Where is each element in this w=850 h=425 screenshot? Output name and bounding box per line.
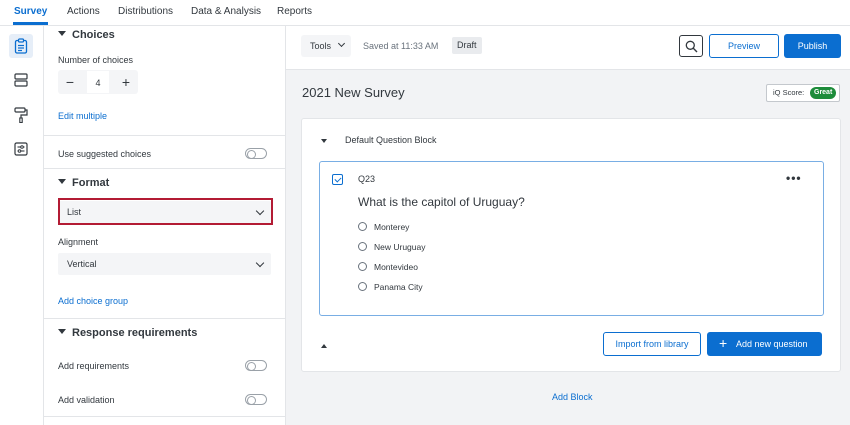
add-validation-label: Add validation — [58, 395, 115, 405]
add-validation-toggle[interactable] — [245, 394, 267, 405]
add-requirements-toggle[interactable] — [245, 360, 267, 371]
add-requirements-label: Add requirements — [58, 361, 130, 371]
highlight-box — [58, 198, 273, 225]
add-block-link[interactable]: Add Block — [552, 392, 593, 402]
question-id[interactable]: Q23 — [358, 174, 375, 184]
survey-canvas: Tools Saved at 11:33 AM Draft Preview Pu… — [286, 26, 850, 425]
import-from-library-button[interactable]: Import from library — [603, 332, 701, 356]
tab-distributions[interactable]: Distributions — [118, 6, 173, 17]
survey-options-icon[interactable] — [9, 137, 33, 161]
question-text[interactable]: What is the capitol of Uruguay? — [358, 195, 525, 209]
chevron-down-icon — [337, 39, 346, 48]
choices-stepper: − 4 + — [58, 70, 138, 94]
iq-score-value: Great — [810, 87, 837, 99]
divider — [44, 135, 285, 136]
choice-item[interactable]: New Uruguay — [358, 242, 426, 252]
decrement-button[interactable]: − — [58, 70, 82, 94]
chevron-up-icon[interactable] — [321, 344, 327, 348]
choices-count[interactable]: 4 — [86, 70, 110, 94]
choice-label: Monterey — [374, 222, 410, 232]
number-of-choices-label: Number of choices — [58, 55, 134, 65]
saved-status: Saved at 11:33 AM — [363, 41, 439, 51]
alignment-value: Vertical — [67, 259, 97, 269]
question-select-checkbox[interactable] — [332, 174, 343, 185]
tools-label: Tools — [310, 41, 332, 51]
tab-survey[interactable]: Survey — [14, 6, 47, 17]
survey-toolbar: Tools Saved at 11:33 AM Draft Preview Pu… — [286, 26, 850, 70]
increment-button[interactable]: + — [114, 70, 138, 94]
choices-heading: Choices — [72, 29, 115, 41]
add-new-question-label: Add new question — [736, 339, 808, 349]
response-requirements-header[interactable]: Response requirements — [58, 327, 197, 339]
tab-actions[interactable]: Actions — [67, 6, 100, 17]
choice-item[interactable]: Monterey — [358, 222, 409, 232]
plus-icon: + — [719, 335, 728, 351]
edit-multiple-link[interactable]: Edit multiple — [58, 111, 107, 121]
radio-icon — [358, 222, 367, 231]
choice-label: New Uruguay — [374, 242, 426, 252]
add-choice-group-link[interactable]: Add choice group — [58, 296, 128, 306]
divider — [44, 168, 285, 169]
survey-clipboard-icon[interactable] — [9, 34, 33, 58]
format-section-header[interactable]: Format — [58, 177, 109, 189]
blocks-icon[interactable] — [9, 68, 33, 92]
collapse-caret-icon — [58, 179, 66, 184]
paint-roller-icon[interactable] — [9, 103, 33, 127]
collapse-block-icon[interactable] — [321, 139, 327, 143]
survey-title[interactable]: 2021 New Survey — [302, 85, 405, 100]
choice-label: Montevideo — [374, 262, 418, 272]
tools-dropdown[interactable]: Tools — [301, 35, 351, 57]
format-heading: Format — [72, 177, 110, 189]
radio-icon — [358, 262, 367, 271]
block-name[interactable]: Default Question Block — [345, 135, 437, 145]
radio-icon — [358, 282, 367, 291]
response-requirements-heading: Response requirements — [72, 327, 198, 339]
search-icon — [685, 40, 698, 53]
choice-item[interactable]: Montevideo — [358, 262, 418, 272]
choice-label: Panama City — [374, 282, 423, 292]
tab-data-analysis[interactable]: Data & Analysis — [191, 6, 261, 17]
active-tab-indicator — [13, 22, 48, 25]
tab-reports[interactable]: Reports — [277, 6, 312, 17]
add-new-question-button[interactable]: + Add new question — [707, 332, 822, 356]
collapse-caret-icon — [58, 31, 66, 36]
collapse-caret-icon — [58, 329, 66, 334]
draft-badge: Draft — [452, 37, 482, 54]
question-card[interactable]: Q23 ••• What is the capitol of Uruguay? … — [319, 161, 824, 316]
search-button[interactable] — [679, 35, 703, 57]
question-block: Default Question Block Q23 ••• What is t… — [301, 118, 841, 372]
preview-button[interactable]: Preview — [709, 34, 779, 58]
left-tool-rail — [0, 26, 44, 425]
alignment-select[interactable]: Vertical — [58, 253, 271, 275]
radio-icon — [358, 242, 367, 251]
top-navigation: Survey Actions Distributions Data & Anal… — [0, 0, 850, 26]
alignment-label: Alignment — [58, 237, 99, 247]
question-edit-panel: Choices Number of choices − 4 + Edit mul… — [44, 26, 286, 425]
publish-button[interactable]: Publish — [784, 34, 841, 58]
chevron-down-icon — [255, 258, 265, 268]
more-options-icon[interactable]: ••• — [786, 171, 802, 185]
use-suggested-choices-toggle[interactable] — [245, 148, 267, 159]
iq-score-label: iQ Score: — [773, 88, 805, 97]
use-suggested-choices-label: Use suggested choices — [58, 149, 152, 159]
choice-item[interactable]: Panama City — [358, 282, 423, 292]
iq-score-badge[interactable]: iQ Score: Great — [766, 84, 840, 102]
choices-section-header[interactable]: Choices — [58, 29, 115, 41]
divider — [44, 416, 285, 417]
divider — [44, 318, 285, 319]
